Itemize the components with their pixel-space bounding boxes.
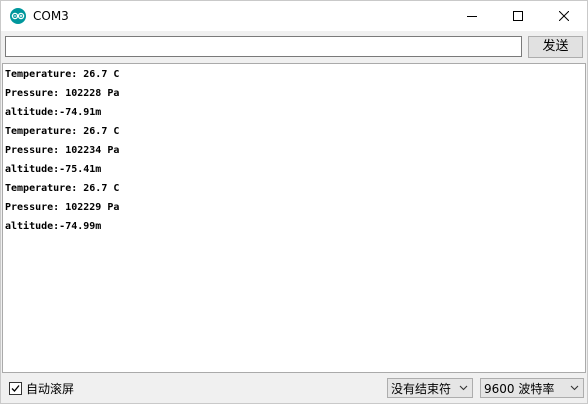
send-input[interactable] <box>5 36 522 57</box>
autoscroll-toggle[interactable]: 自动滚屏 <box>9 380 74 396</box>
output-line: Temperature: 26.7 C <box>5 126 120 137</box>
baud-rate-select[interactable]: 9600 波特率 <box>480 378 584 398</box>
serial-output[interactable]: Temperature: 26.7 C Pressure: 102228 Pa … <box>2 63 586 373</box>
autoscroll-checkbox[interactable] <box>9 381 22 395</box>
serial-monitor-window: COM3 发送 Temperature: 26.7 C Pressure: 10… <box>0 0 588 404</box>
output-line: Temperature: 26.7 C <box>5 69 120 80</box>
baud-rate-value: 9600 波特率 <box>484 381 555 396</box>
minimize-icon <box>467 16 477 17</box>
window-title: COM3 <box>33 9 69 23</box>
arduino-icon <box>10 8 26 24</box>
line-ending-value: 没有结束符 <box>391 381 452 396</box>
minimize-button[interactable] <box>449 1 495 31</box>
send-button[interactable]: 发送 <box>528 36 583 58</box>
title-bar: COM3 <box>1 1 587 31</box>
maximize-icon <box>513 11 523 21</box>
line-ending-select[interactable]: 没有结束符 <box>387 378 473 398</box>
output-line: altitude:-75.41m <box>5 164 102 175</box>
maximize-button[interactable] <box>495 1 541 31</box>
close-icon <box>559 11 569 21</box>
chevron-down-icon <box>459 385 468 391</box>
output-line: Pressure: 102234 Pa <box>5 145 120 156</box>
close-button[interactable] <box>541 1 587 31</box>
output-line: Pressure: 102229 Pa <box>5 202 120 213</box>
send-row: 发送 <box>1 31 587 63</box>
autoscroll-label: 自动滚屏 <box>26 381 75 396</box>
output-line: Pressure: 102228 Pa <box>5 88 120 99</box>
output-line: altitude:-74.99m <box>5 221 102 232</box>
bottom-bar: 自动滚屏 没有结束符 9600 波特率 <box>1 373 587 403</box>
output-line: Temperature: 26.7 C <box>5 183 120 194</box>
check-icon <box>11 384 20 392</box>
output-line: altitude:-74.91m <box>5 107 102 118</box>
chevron-down-icon <box>570 385 579 391</box>
